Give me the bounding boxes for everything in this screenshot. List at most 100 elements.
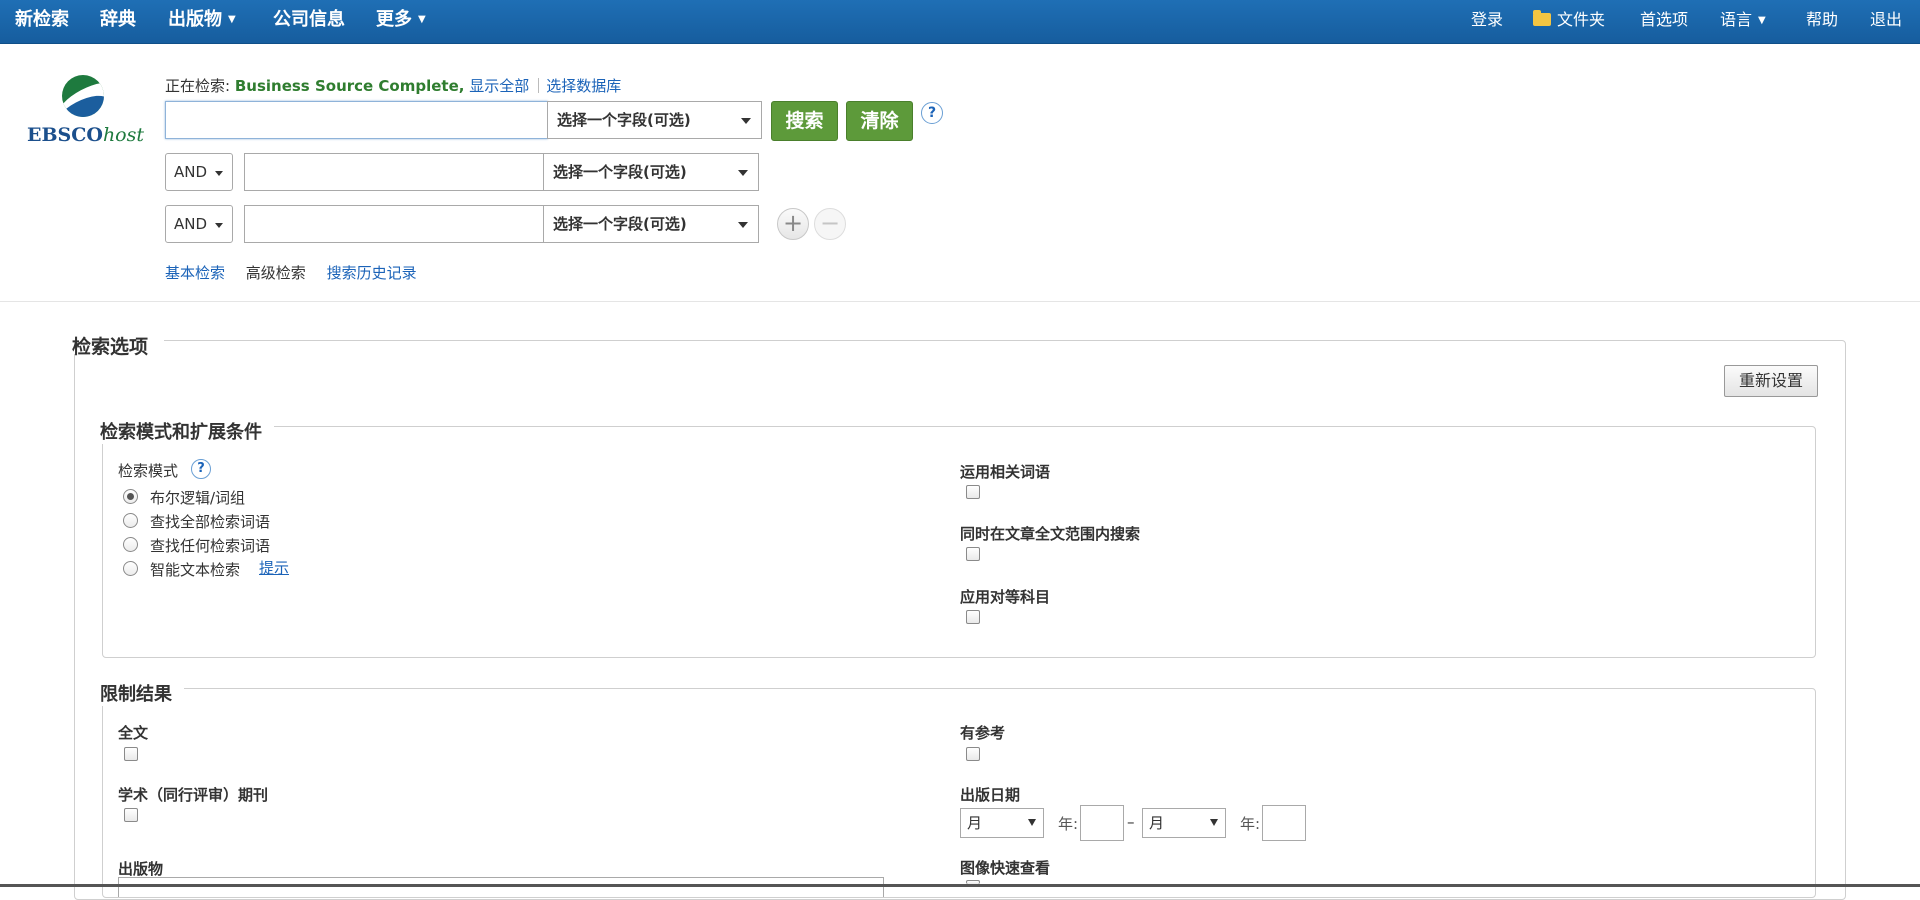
radio-any-terms[interactable]	[123, 537, 138, 552]
dropdown-arrow-icon	[741, 118, 751, 124]
fulltext-search-checkbox[interactable]	[966, 547, 980, 561]
nav-language-label: 语言	[1720, 10, 1753, 29]
logo-main-text: EBSCO	[27, 124, 103, 146]
pub-date-from-month-select[interactable]: 月	[960, 808, 1044, 838]
logo-suffix-text: host	[102, 124, 144, 146]
separator	[538, 78, 540, 93]
radio-any-terms-label: 查找任何检索词语	[150, 537, 271, 555]
radio-boolean[interactable]	[123, 489, 138, 504]
pub-date-from-year-input[interactable]	[1080, 805, 1124, 841]
field-select-1[interactable]: 选择一个字段(可选)	[547, 101, 762, 139]
basic-search-link[interactable]: 基本检索	[165, 264, 225, 282]
search-button[interactable]: 搜索	[771, 101, 838, 141]
field-select-3[interactable]: 选择一个字段(可选)	[543, 205, 759, 243]
caret-down-icon: ▼	[1758, 14, 1766, 26]
nav-folder[interactable]: 文件夹	[1533, 0, 1605, 42]
nav-company-info[interactable]: 公司信息	[273, 0, 345, 42]
searching-info: 正在检索: Business Source Complete, 显示全部 选择数据…	[165, 75, 621, 96]
caret-down-icon: ▼	[228, 14, 236, 25]
dropdown-arrow-icon	[215, 171, 223, 176]
remove-row-button[interactable]: −	[814, 208, 846, 240]
year-label: 年:	[1058, 815, 1079, 833]
month-label: 月	[1149, 814, 1165, 832]
help-icon[interactable]: ?	[191, 459, 211, 479]
ebsco-logo-icon	[62, 75, 104, 117]
search-modes-legend: 检索模式和扩展条件	[100, 418, 274, 444]
nav-publications-label: 出版物	[168, 9, 222, 30]
search-input-3[interactable]	[244, 205, 544, 243]
references-checkbox[interactable]	[966, 747, 980, 761]
radio-all-terms-label: 查找全部检索词语	[150, 513, 271, 531]
top-navbar: 新检索 辞典 出版物 ▼ 公司信息 更多 ▼ 登录 文件夹 首选项 语言 ▼ 帮助 退…	[0, 0, 1920, 44]
logo-text: EBSCOhost	[27, 124, 144, 146]
database-name: Business Source Complete,	[234, 77, 465, 95]
nav-logout[interactable]: 退出	[1870, 0, 1902, 42]
pub-date-to-month-select[interactable]: 月	[1142, 808, 1226, 838]
nav-login[interactable]: 登录	[1471, 0, 1503, 42]
scholarly-label: 学术（同行评审）期刊	[118, 786, 269, 804]
publication-label: 出版物	[118, 860, 164, 878]
choose-database-link[interactable]: 选择数据库	[546, 77, 621, 95]
nav-help[interactable]: 帮助	[1806, 0, 1838, 42]
search-options-title: 检索选项	[72, 336, 149, 358]
nav-preferences[interactable]: 首选项	[1640, 0, 1688, 42]
search-input-1[interactable]	[165, 101, 548, 139]
clear-button[interactable]: 清除	[846, 101, 913, 141]
radio-all-terms[interactable]	[123, 513, 138, 528]
hint-link[interactable]: 提示	[259, 557, 289, 578]
radio-smart-text-label: 智能文本检索	[150, 561, 241, 579]
year-label: 年:	[1240, 815, 1261, 833]
radio-smart-text[interactable]	[123, 561, 138, 576]
dropdown-arrow-icon	[1210, 819, 1218, 826]
radio-boolean-label: 布尔逻辑/词组	[150, 489, 246, 507]
nav-more[interactable]: 更多 ▼	[376, 0, 426, 42]
nav-publications[interactable]: 出版物 ▼	[168, 0, 236, 42]
fulltext-search-label: 同时在文章全文范围内搜索	[960, 525, 1141, 543]
apply-related-label: 运用相关词语	[960, 463, 1051, 481]
add-row-button[interactable]: +	[777, 208, 809, 240]
search-input-2[interactable]	[244, 153, 544, 191]
search-mode-links: 基本检索 高级检索 搜索历史记录	[165, 262, 433, 283]
references-label: 有参考	[960, 724, 1006, 742]
field-select-label: 选择一个字段(可选)	[557, 111, 691, 129]
nav-new-search[interactable]: 新检索	[15, 0, 69, 42]
date-range-dash: –	[1127, 813, 1135, 831]
header-divider	[0, 301, 1920, 302]
nav-more-label: 更多	[376, 9, 412, 30]
fulltext-checkbox[interactable]	[124, 747, 138, 761]
limit-results-fieldset	[102, 688, 1816, 898]
boolean-select-label: AND	[174, 215, 208, 233]
pub-date-to-year-input[interactable]	[1262, 805, 1306, 841]
equivalent-subjects-label: 应用对等科目	[960, 588, 1051, 606]
field-select-2[interactable]: 选择一个字段(可选)	[543, 153, 759, 191]
show-all-link[interactable]: 显示全部	[469, 77, 529, 95]
apply-related-checkbox[interactable]	[966, 485, 980, 499]
help-icon[interactable]: ?	[921, 102, 943, 124]
image-quick-view-label: 图像快速查看	[960, 859, 1051, 877]
limit-results-legend: 限制结果	[100, 680, 184, 706]
search-modes-fieldset	[102, 426, 1816, 658]
field-select-label: 选择一个字段(可选)	[553, 215, 687, 233]
month-label: 月	[967, 814, 983, 832]
search-history-link[interactable]: 搜索历史记录	[327, 264, 417, 282]
ebscohost-logo[interactable]: EBSCOhost	[27, 72, 144, 152]
fulltext-label: 全文	[118, 724, 149, 742]
reset-button[interactable]: 重新设置	[1724, 365, 1818, 397]
boolean-select-label: AND	[174, 163, 208, 181]
caret-down-icon: ▼	[418, 14, 426, 25]
advanced-search-label: 高级检索	[245, 264, 306, 282]
dropdown-arrow-icon	[215, 223, 223, 228]
dropdown-arrow-icon	[1028, 819, 1036, 826]
scholarly-checkbox[interactable]	[124, 808, 138, 822]
field-select-label: 选择一个字段(可选)	[553, 163, 687, 181]
nav-dictionary[interactable]: 辞典	[100, 0, 136, 42]
dropdown-arrow-icon	[738, 222, 748, 228]
nav-language[interactable]: 语言 ▼	[1720, 0, 1766, 42]
pub-date-label: 出版日期	[960, 786, 1021, 804]
equivalent-subjects-checkbox[interactable]	[966, 610, 980, 624]
folder-icon	[1533, 10, 1551, 26]
nav-folder-label: 文件夹	[1557, 10, 1606, 29]
boolean-select-2[interactable]: AND	[165, 153, 233, 191]
publication-input[interactable]	[118, 877, 884, 897]
boolean-select-3[interactable]: AND	[165, 205, 233, 243]
